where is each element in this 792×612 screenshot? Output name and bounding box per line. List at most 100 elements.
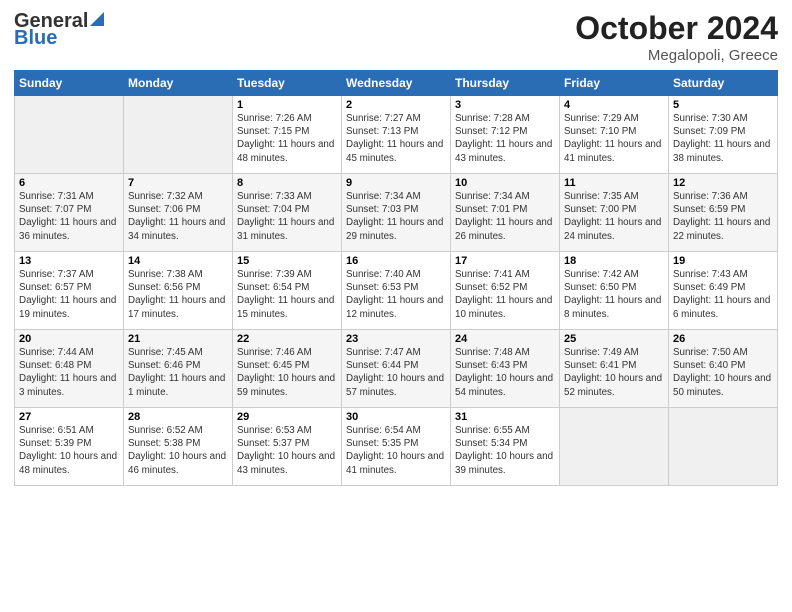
day-info: Sunrise: 6:52 AM Sunset: 5:38 PM Dayligh… <box>128 424 228 477</box>
title-block: October 2024 Megalopoli, Greece <box>575 10 778 64</box>
day-number: 19 <box>673 255 773 267</box>
calendar-cell: 6Sunrise: 7:31 AM Sunset: 7:07 PM Daylig… <box>15 174 124 252</box>
calendar-cell: 8Sunrise: 7:33 AM Sunset: 7:04 PM Daylig… <box>233 174 342 252</box>
day-number: 23 <box>346 333 446 345</box>
day-number: 25 <box>564 333 664 345</box>
day-info: Sunrise: 6:53 AM Sunset: 5:37 PM Dayligh… <box>237 424 337 477</box>
calendar-cell: 5Sunrise: 7:30 AM Sunset: 7:09 PM Daylig… <box>669 96 778 174</box>
day-number: 24 <box>455 333 555 345</box>
calendar-cell <box>124 96 233 174</box>
day-info: Sunrise: 7:34 AM Sunset: 7:01 PM Dayligh… <box>455 190 555 243</box>
calendar-location: Megalopoli, Greece <box>575 47 778 64</box>
day-info: Sunrise: 7:48 AM Sunset: 6:43 PM Dayligh… <box>455 346 555 399</box>
calendar-cell <box>15 96 124 174</box>
calendar-cell: 20Sunrise: 7:44 AM Sunset: 6:48 PM Dayli… <box>15 330 124 408</box>
header-wednesday: Wednesday <box>342 71 451 96</box>
header-sunday: Sunday <box>15 71 124 96</box>
calendar-week-row: 1Sunrise: 7:26 AM Sunset: 7:15 PM Daylig… <box>15 96 778 174</box>
day-number: 21 <box>128 333 228 345</box>
day-info: Sunrise: 7:34 AM Sunset: 7:03 PM Dayligh… <box>346 190 446 243</box>
logo: General Blue <box>14 10 104 48</box>
calendar-cell: 4Sunrise: 7:29 AM Sunset: 7:10 PM Daylig… <box>560 96 669 174</box>
day-number: 17 <box>455 255 555 267</box>
calendar-cell: 30Sunrise: 6:54 AM Sunset: 5:35 PM Dayli… <box>342 408 451 486</box>
calendar-cell: 18Sunrise: 7:42 AM Sunset: 6:50 PM Dayli… <box>560 252 669 330</box>
calendar-cell: 17Sunrise: 7:41 AM Sunset: 6:52 PM Dayli… <box>451 252 560 330</box>
day-info: Sunrise: 7:39 AM Sunset: 6:54 PM Dayligh… <box>237 268 337 321</box>
calendar-title: October 2024 <box>575 10 778 47</box>
logo-arrow <box>90 10 104 30</box>
day-info: Sunrise: 7:43 AM Sunset: 6:49 PM Dayligh… <box>673 268 773 321</box>
day-number: 9 <box>346 177 446 189</box>
day-info: Sunrise: 7:49 AM Sunset: 6:41 PM Dayligh… <box>564 346 664 399</box>
calendar-cell: 16Sunrise: 7:40 AM Sunset: 6:53 PM Dayli… <box>342 252 451 330</box>
day-number: 11 <box>564 177 664 189</box>
calendar-cell: 27Sunrise: 6:51 AM Sunset: 5:39 PM Dayli… <box>15 408 124 486</box>
day-number: 28 <box>128 411 228 423</box>
day-number: 10 <box>455 177 555 189</box>
day-info: Sunrise: 7:38 AM Sunset: 6:56 PM Dayligh… <box>128 268 228 321</box>
day-number: 15 <box>237 255 337 267</box>
calendar-week-row: 13Sunrise: 7:37 AM Sunset: 6:57 PM Dayli… <box>15 252 778 330</box>
day-info: Sunrise: 7:26 AM Sunset: 7:15 PM Dayligh… <box>237 112 337 165</box>
day-info: Sunrise: 6:55 AM Sunset: 5:34 PM Dayligh… <box>455 424 555 477</box>
day-number: 22 <box>237 333 337 345</box>
calendar-cell: 11Sunrise: 7:35 AM Sunset: 7:00 PM Dayli… <box>560 174 669 252</box>
day-info: Sunrise: 7:46 AM Sunset: 6:45 PM Dayligh… <box>237 346 337 399</box>
day-number: 3 <box>455 99 555 111</box>
calendar-cell: 26Sunrise: 7:50 AM Sunset: 6:40 PM Dayli… <box>669 330 778 408</box>
page-container: General Blue October 2024 Megalopoli, Gr… <box>0 0 792 494</box>
calendar-cell <box>669 408 778 486</box>
day-info: Sunrise: 7:36 AM Sunset: 6:59 PM Dayligh… <box>673 190 773 243</box>
day-number: 18 <box>564 255 664 267</box>
day-info: Sunrise: 7:31 AM Sunset: 7:07 PM Dayligh… <box>19 190 119 243</box>
day-number: 26 <box>673 333 773 345</box>
day-number: 30 <box>346 411 446 423</box>
day-number: 13 <box>19 255 119 267</box>
calendar-table: Sunday Monday Tuesday Wednesday Thursday… <box>14 70 778 486</box>
calendar-cell: 10Sunrise: 7:34 AM Sunset: 7:01 PM Dayli… <box>451 174 560 252</box>
day-info: Sunrise: 7:29 AM Sunset: 7:10 PM Dayligh… <box>564 112 664 165</box>
calendar-cell: 28Sunrise: 6:52 AM Sunset: 5:38 PM Dayli… <box>124 408 233 486</box>
day-info: Sunrise: 7:47 AM Sunset: 6:44 PM Dayligh… <box>346 346 446 399</box>
day-number: 12 <box>673 177 773 189</box>
day-info: Sunrise: 6:51 AM Sunset: 5:39 PM Dayligh… <box>19 424 119 477</box>
day-number: 31 <box>455 411 555 423</box>
day-number: 1 <box>237 99 337 111</box>
day-number: 2 <box>346 99 446 111</box>
calendar-cell: 23Sunrise: 7:47 AM Sunset: 6:44 PM Dayli… <box>342 330 451 408</box>
day-info: Sunrise: 7:37 AM Sunset: 6:57 PM Dayligh… <box>19 268 119 321</box>
day-info: Sunrise: 7:32 AM Sunset: 7:06 PM Dayligh… <box>128 190 228 243</box>
day-number: 14 <box>128 255 228 267</box>
day-number: 7 <box>128 177 228 189</box>
calendar-cell: 15Sunrise: 7:39 AM Sunset: 6:54 PM Dayli… <box>233 252 342 330</box>
day-info: Sunrise: 7:50 AM Sunset: 6:40 PM Dayligh… <box>673 346 773 399</box>
calendar-cell: 19Sunrise: 7:43 AM Sunset: 6:49 PM Dayli… <box>669 252 778 330</box>
calendar-cell: 24Sunrise: 7:48 AM Sunset: 6:43 PM Dayli… <box>451 330 560 408</box>
day-info: Sunrise: 7:40 AM Sunset: 6:53 PM Dayligh… <box>346 268 446 321</box>
calendar-body: 1Sunrise: 7:26 AM Sunset: 7:15 PM Daylig… <box>15 96 778 486</box>
day-info: Sunrise: 7:45 AM Sunset: 6:46 PM Dayligh… <box>128 346 228 399</box>
header-friday: Friday <box>560 71 669 96</box>
logo-blue: Blue <box>14 28 57 48</box>
calendar-header: Sunday Monday Tuesday Wednesday Thursday… <box>15 71 778 96</box>
calendar-cell: 9Sunrise: 7:34 AM Sunset: 7:03 PM Daylig… <box>342 174 451 252</box>
day-number: 4 <box>564 99 664 111</box>
day-number: 20 <box>19 333 119 345</box>
calendar-cell: 1Sunrise: 7:26 AM Sunset: 7:15 PM Daylig… <box>233 96 342 174</box>
calendar-week-row: 20Sunrise: 7:44 AM Sunset: 6:48 PM Dayli… <box>15 330 778 408</box>
day-number: 27 <box>19 411 119 423</box>
day-number: 29 <box>237 411 337 423</box>
weekday-header-row: Sunday Monday Tuesday Wednesday Thursday… <box>15 71 778 96</box>
day-info: Sunrise: 7:41 AM Sunset: 6:52 PM Dayligh… <box>455 268 555 321</box>
calendar-cell: 25Sunrise: 7:49 AM Sunset: 6:41 PM Dayli… <box>560 330 669 408</box>
calendar-cell: 13Sunrise: 7:37 AM Sunset: 6:57 PM Dayli… <box>15 252 124 330</box>
calendar-cell: 29Sunrise: 6:53 AM Sunset: 5:37 PM Dayli… <box>233 408 342 486</box>
header-saturday: Saturday <box>669 71 778 96</box>
calendar-cell: 22Sunrise: 7:46 AM Sunset: 6:45 PM Dayli… <box>233 330 342 408</box>
day-info: Sunrise: 7:28 AM Sunset: 7:12 PM Dayligh… <box>455 112 555 165</box>
calendar-cell <box>560 408 669 486</box>
day-info: Sunrise: 7:33 AM Sunset: 7:04 PM Dayligh… <box>237 190 337 243</box>
day-number: 8 <box>237 177 337 189</box>
day-info: Sunrise: 7:42 AM Sunset: 6:50 PM Dayligh… <box>564 268 664 321</box>
